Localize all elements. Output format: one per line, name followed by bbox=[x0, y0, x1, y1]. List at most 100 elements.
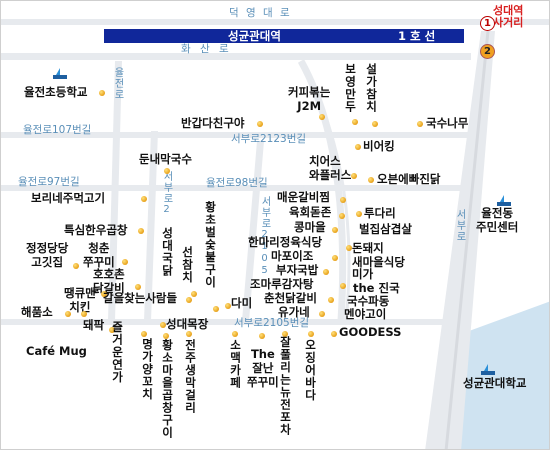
place-dwaeji[interactable]: 돼팍 bbox=[83, 319, 104, 332]
place-guksupadong[interactable]: 국수파동 bbox=[347, 295, 389, 308]
poi-dot bbox=[328, 297, 334, 303]
poi-dot bbox=[186, 331, 192, 337]
poi-dot bbox=[356, 211, 362, 217]
place-goodess[interactable]: GOODESS bbox=[339, 326, 401, 339]
place-bogyeong[interactable]: 보영만두 bbox=[344, 63, 358, 113]
place-skku[interactable]: 성균관대학교 bbox=[463, 377, 526, 390]
poi-dot bbox=[259, 333, 265, 339]
station-banner: 성균관대역 1 호 선 bbox=[104, 29, 464, 43]
place-haebo[interactable]: 해품소 bbox=[21, 306, 53, 319]
poi-dot bbox=[213, 306, 219, 312]
poi-dot bbox=[332, 227, 338, 233]
place-kongma[interactable]: 콩마을 bbox=[294, 221, 326, 234]
place-yuljeon-school[interactable]: 율전초등학교 bbox=[24, 86, 87, 99]
school-icon bbox=[53, 68, 67, 79]
poi-dot bbox=[122, 259, 128, 265]
poi-dot bbox=[351, 173, 357, 179]
place-jjalpeuri[interactable]: 잘풀리는뉴전포차 bbox=[279, 336, 293, 436]
poi-dot bbox=[340, 283, 346, 289]
place-myeongga[interactable]: 명가양꼬치 bbox=[141, 338, 155, 401]
poi-dot bbox=[372, 121, 378, 127]
exit-title: 성대역 사거리 bbox=[493, 4, 524, 29]
poi-dot bbox=[99, 90, 105, 96]
poi-dot bbox=[232, 331, 238, 337]
poi-dot bbox=[340, 197, 346, 203]
place-yukhoe[interactable]: 육회돋존 bbox=[289, 206, 331, 219]
exit-2-marker[interactable]: 2 bbox=[480, 44, 495, 59]
place-mengo[interactable]: 멘야고이 bbox=[344, 308, 386, 321]
poi-dot bbox=[308, 331, 314, 337]
hwasanro-label: 화 산 로 bbox=[181, 43, 232, 55]
place-yuljeon-center[interactable]: 율전동 주민센터 bbox=[476, 206, 518, 234]
poi-dot bbox=[368, 177, 374, 183]
place-seongdae-gukdal[interactable]: 성대국닭 bbox=[161, 227, 175, 277]
place-miga[interactable]: 미가 bbox=[352, 268, 373, 281]
place-seongdae-mokjang[interactable]: 성대목장 bbox=[166, 318, 208, 331]
place-cafe-mug[interactable]: Café Mug bbox=[26, 345, 87, 358]
place-bori[interactable]: 보리네주먹고기 bbox=[31, 192, 105, 205]
university-icon bbox=[481, 364, 495, 375]
poi-dot bbox=[81, 311, 87, 317]
poi-dot bbox=[186, 297, 192, 303]
exit-1-marker[interactable]: 1 bbox=[480, 16, 495, 31]
poi-dot bbox=[160, 322, 166, 328]
poi-dot bbox=[225, 303, 231, 309]
place-hanmari[interactable]: 한마리정육식당 bbox=[248, 236, 322, 249]
place-jomaru[interactable]: 조마루감자탕 bbox=[250, 278, 313, 291]
place-bihyang[interactable]: 비어킹 bbox=[363, 140, 395, 153]
place-seoncham[interactable]: 선참치 bbox=[181, 246, 195, 284]
place-cheongchun[interactable]: 청춘 쭈꾸미 bbox=[83, 241, 115, 269]
station-line: 1 호 선 bbox=[398, 29, 436, 43]
place-maeun[interactable]: 매운갈비찜 bbox=[277, 191, 330, 204]
place-hwangso[interactable]: 황소마을곱창구이 bbox=[161, 339, 175, 439]
poi-dot bbox=[257, 121, 263, 127]
poi-dot bbox=[417, 121, 423, 127]
poi-dot bbox=[164, 168, 170, 174]
station-name: 성균관대역 bbox=[228, 29, 281, 43]
place-hwangcho[interactable]: 황초벌숯불구이 bbox=[204, 201, 218, 289]
place-mapo[interactable]: 마포이조 bbox=[271, 250, 313, 263]
place-beoljip[interactable]: 벌집삼겹살 bbox=[359, 223, 412, 236]
road-seobu2-vertical: 서부로2 bbox=[161, 171, 172, 216]
place-oven[interactable]: 오븐에빠진닭 bbox=[377, 173, 440, 186]
poi-dot bbox=[141, 196, 147, 202]
place-ddangkkeut[interactable]: 땡큐맨 치킨 bbox=[64, 286, 96, 314]
place-teukseon[interactable]: 특심한우곱창 bbox=[64, 224, 127, 237]
place-ojing[interactable]: 오징어바다 bbox=[304, 339, 318, 402]
road-yuljeonro97: 율전로97번길 bbox=[18, 176, 80, 188]
place-bujaguk[interactable]: 부자국밥 bbox=[276, 264, 318, 277]
road-yuljeonro-vertical: 율전로 bbox=[112, 67, 123, 100]
road-yuljeonro98: 율전로98번길 bbox=[206, 177, 268, 189]
map[interactable]: 덕 영 대 로 성균관대역 1 호 선 성대역 사거리 1 2 화 산 로 율전… bbox=[0, 0, 550, 450]
place-yugane[interactable]: 유가네 bbox=[278, 306, 310, 319]
place-bangap[interactable]: 반갑다친구야 bbox=[181, 117, 244, 130]
poi-dot bbox=[331, 331, 337, 337]
place-somaek[interactable]: 소맥카페 bbox=[229, 339, 243, 389]
place-jeulgeo[interactable]: 즐거운연가 bbox=[111, 321, 125, 384]
center-icon bbox=[497, 195, 511, 206]
place-guksunamu[interactable]: 국수나무 bbox=[426, 117, 468, 130]
poi-dot bbox=[323, 269, 329, 275]
place-the-jingu[interactable]: the 진국 bbox=[353, 282, 400, 295]
poi-dot bbox=[65, 311, 71, 317]
place-galbi-sarang[interactable]: 갈을찾는사람들 bbox=[103, 292, 177, 305]
poi-dot bbox=[319, 311, 325, 317]
place-damini[interactable]: 다미 bbox=[231, 297, 252, 310]
road-seobu2123: 서부로2123번길 bbox=[231, 133, 307, 145]
road-yuljeonro107: 율전로107번길 bbox=[23, 124, 92, 136]
place-chuncheon[interactable]: 춘천닭갈비 bbox=[264, 292, 317, 305]
place-teudari[interactable]: 투다리 bbox=[364, 207, 396, 220]
place-jeonju[interactable]: 전주생막걸리 bbox=[184, 339, 198, 414]
poi-dot bbox=[355, 144, 361, 150]
place-chiers[interactable]: 치어스 와플러스 bbox=[309, 154, 351, 182]
place-coffee-j2m[interactable]: 커피볶는 J2M bbox=[288, 85, 330, 113]
poi-dot bbox=[135, 284, 141, 290]
place-dondwaeji[interactable]: 돈돼지 새마을식당 bbox=[352, 241, 405, 269]
place-the-jalnan[interactable]: The 잘난 쭈꾸미 bbox=[247, 347, 279, 389]
road-seobu-vertical: 서부로 bbox=[454, 209, 465, 242]
place-dunnae[interactable]: 둔내막국수 bbox=[139, 153, 192, 166]
top-road-label: 덕 영 대 로 bbox=[229, 7, 292, 19]
place-jeongjeong[interactable]: 정정당당 고깃집 bbox=[26, 241, 68, 269]
poi-dot bbox=[319, 114, 325, 120]
place-seolgachi[interactable]: 설가참치 bbox=[365, 63, 379, 113]
